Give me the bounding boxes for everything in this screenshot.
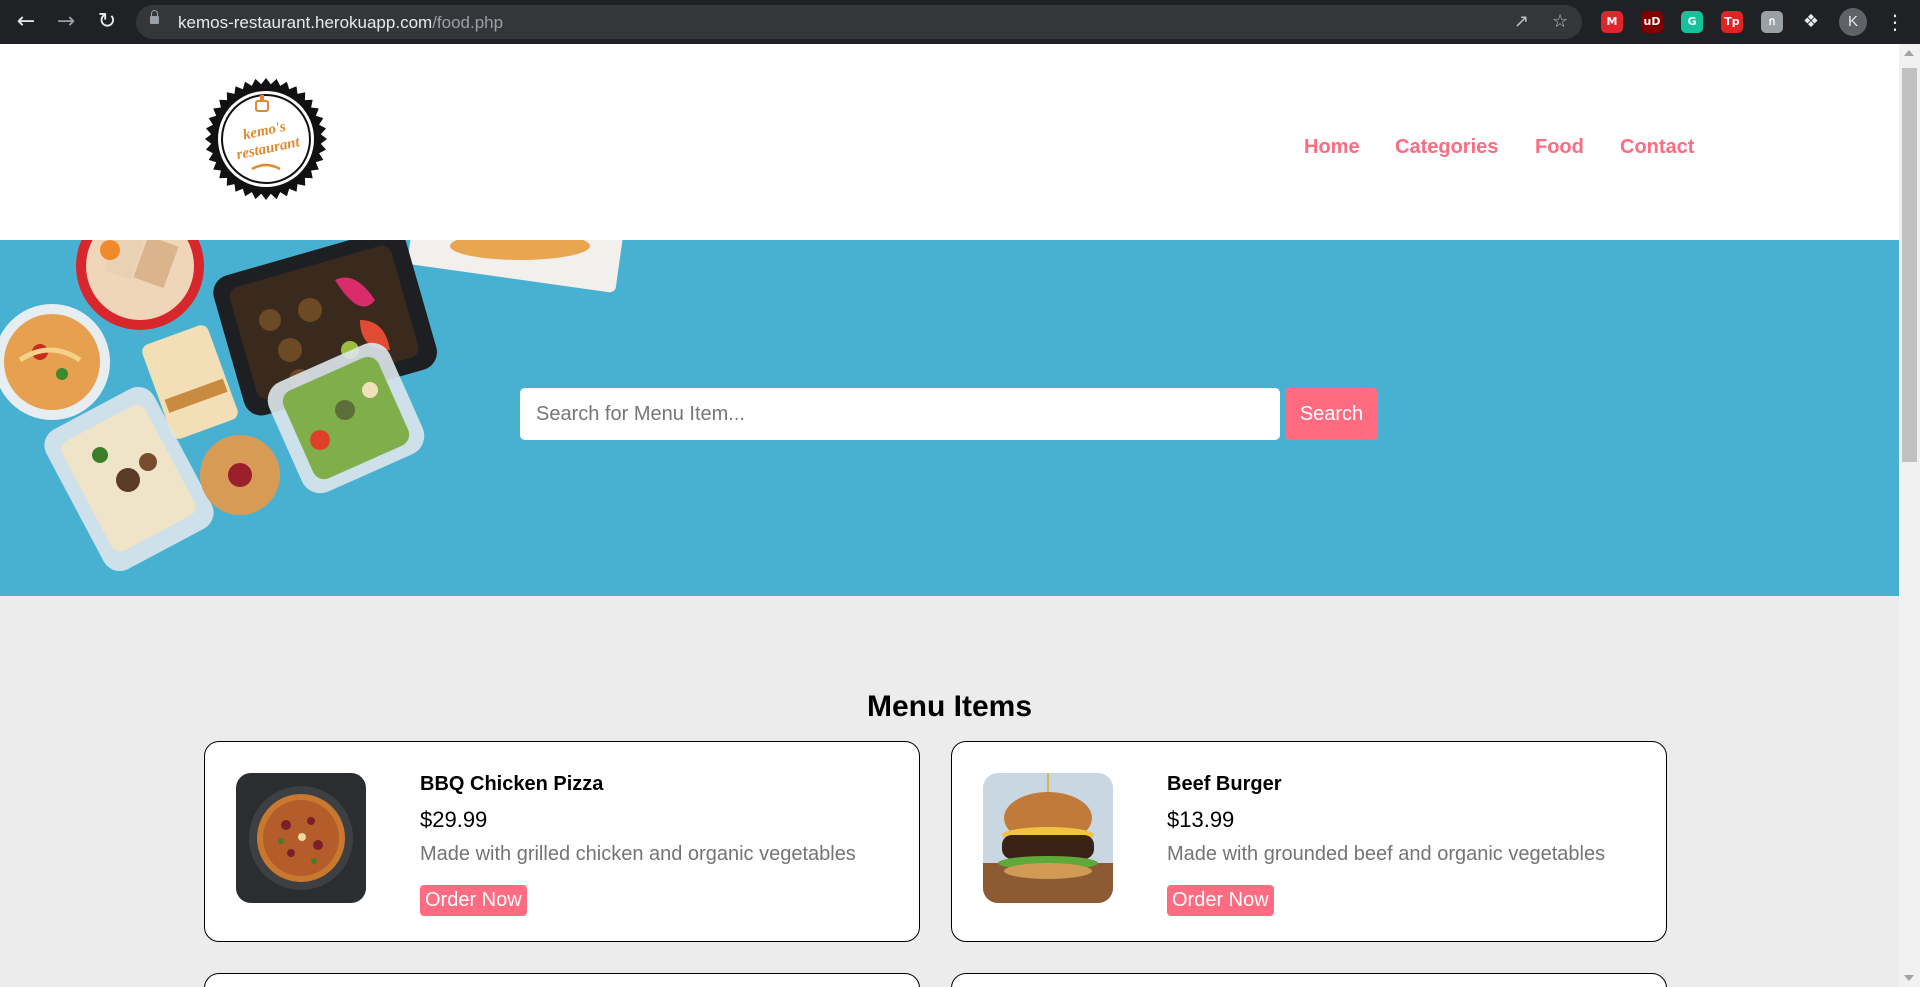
menu-card-partial	[204, 973, 920, 987]
grammarly-icon[interactable]: G	[1681, 11, 1703, 33]
extensions-puzzle-icon[interactable]: ❖	[1800, 11, 1822, 33]
page-scrollbar[interactable]	[1899, 44, 1920, 987]
order-now-button[interactable]: Order Now	[1167, 885, 1274, 916]
scrollbar-thumb[interactable]	[1902, 68, 1917, 462]
lock-icon[interactable]	[150, 10, 159, 24]
pizza-image	[236, 773, 366, 903]
menu-title: Menu Items	[866, 690, 1033, 723]
item-price: $29.99	[420, 807, 488, 832]
item-price: $13.99	[1167, 807, 1235, 832]
reload-icon[interactable]: ↻	[94, 9, 120, 35]
item-name: BBQ Chicken Pizza	[420, 773, 604, 795]
order-now-button[interactable]: Order Now	[420, 885, 527, 916]
item-description: Made with grounded beef and organic vege…	[1167, 843, 1606, 865]
browser-toolbar: ← → ↻ kemos-restaurant.herokuapp.com/foo…	[0, 0, 1920, 44]
search-hero: Search	[0, 240, 1899, 596]
page-viewport: kemo's restaurant Home Categories Food C…	[0, 44, 1899, 987]
search-input[interactable]	[520, 388, 1280, 440]
item-description: Made with grilled chicken and organic ve…	[420, 843, 856, 865]
bookmark-star-icon[interactable]: ☆	[1552, 12, 1568, 32]
menu-card: Beef Burger $13.99 Made with grounded be…	[951, 741, 1667, 942]
nav-contact[interactable]: Contact	[1620, 136, 1694, 159]
scroll-down-arrow-icon[interactable]	[1904, 975, 1914, 981]
share-icon[interactable]: ↗	[1514, 12, 1529, 32]
forward-icon[interactable]: →	[53, 9, 79, 35]
profile-avatar[interactable]: K	[1839, 8, 1867, 36]
url-text[interactable]: kemos-restaurant.herokuapp.com/food.php	[178, 13, 503, 33]
search-button[interactable]: Search	[1285, 388, 1378, 440]
scroll-up-arrow-icon[interactable]	[1904, 50, 1914, 56]
nav-food[interactable]: Food	[1535, 136, 1584, 159]
browser-menu-icon[interactable]: ⋮	[1885, 9, 1905, 35]
back-icon[interactable]: ←	[13, 9, 39, 35]
restaurant-logo[interactable]: kemo's restaurant	[204, 77, 328, 201]
tp-icon[interactable]: Tp	[1721, 11, 1743, 33]
ext-gray-icon[interactable]: ก	[1761, 11, 1783, 33]
menu-card-partial	[951, 973, 1667, 987]
ublock-icon[interactable]: uD	[1641, 11, 1663, 33]
nav-home[interactable]: Home	[1304, 136, 1360, 159]
site-header: kemo's restaurant Home Categories Food C…	[0, 44, 1899, 240]
address-bar[interactable]: kemos-restaurant.herokuapp.com/food.php …	[136, 5, 1582, 39]
item-name: Beef Burger	[1167, 773, 1282, 795]
mega-icon[interactable]: M	[1601, 11, 1623, 33]
burger-image	[983, 773, 1113, 903]
nav-categories[interactable]: Categories	[1395, 136, 1498, 159]
menu-card: BBQ Chicken Pizza $29.99 Made with grill…	[204, 741, 920, 942]
